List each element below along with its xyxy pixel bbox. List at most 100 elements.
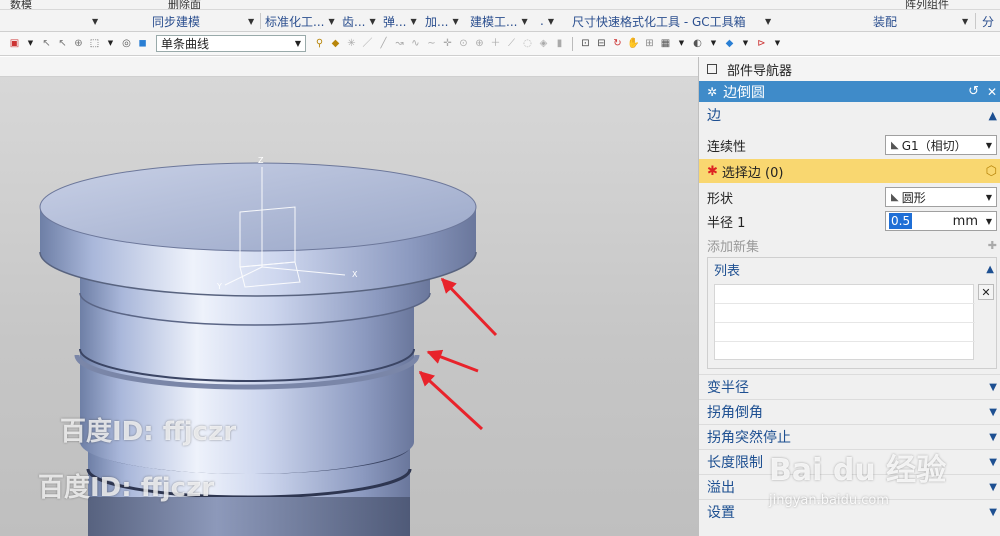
chevron-down-icon[interactable]: ▼ [24,37,37,50]
radius-unit: mm [952,213,978,229]
dialog-header: ✲ 边倒圆 ↺ ✕ [699,81,1000,102]
cube-icon[interactable]: ◼ [136,37,149,50]
group-label: 装配 [873,14,898,29]
bar-icon[interactable]: ◈ [537,37,550,50]
chevron-down-icon: ▼ [410,16,417,26]
group-spring[interactable]: 弹... ▼ [383,13,417,29]
snap-icon[interactable]: ⊕ [72,37,85,50]
wave-icon[interactable]: ∼ [425,37,438,50]
line-icon[interactable]: ／ [361,37,374,50]
delete-icon[interactable]: ✕ [978,284,994,300]
divider [572,36,573,51]
reset-icon[interactable]: ↺ [968,84,979,99]
model-canvas[interactable]: Z X Y [0,57,698,536]
section-edge-header[interactable]: 边 ▲ [699,104,1000,126]
quadrant-icon[interactable]: ⊕ [473,37,486,50]
nx-window: 数模 删除面 阵列组件 ▼ 同步建模 ▼ 标准化工... ▼ 齿... ▼ 弹...… [0,0,1000,536]
menu-icon[interactable]: ▣ [8,37,21,50]
chevron-down-icon[interactable]: ▼ [104,37,117,50]
close-icon[interactable]: ✕ [987,85,997,99]
group-label: 齿... [342,14,366,29]
group-standard-tools[interactable]: 标准化工... ▼ [265,13,335,29]
gear-icon[interactable]: ✲ [707,85,717,99]
add-new-set-label: 添加新集 [707,239,760,255]
chevron-down-icon: ▼ [985,192,992,202]
radius-row: 半径 1 0.5 mm ▼ [699,209,1000,233]
group-dropdown-2[interactable]: ▼ [765,13,771,29]
navigator-title: 部件导航器 [727,63,793,79]
ribbon-item-pattern-component[interactable]: 阵列组件 [905,0,949,9]
section-edge-label: 边 [707,108,721,124]
chevron-down-icon[interactable]: ▼ [707,37,720,50]
curve-rule-select[interactable]: 单条曲线 ▼ [156,35,306,52]
graphics-viewport[interactable]: Z X Y 百度ID: ffjczr 百度ID: ffjczr [0,57,698,536]
ribbon-item-model[interactable]: 数模 [10,0,32,9]
radius-value[interactable]: 0.5 [889,213,913,229]
lasso-icon[interactable]: ↖ [56,37,69,50]
curve-icon[interactable]: ↝ [393,37,406,50]
group-dropdown-3[interactable]: ▼ [962,13,968,29]
zoom-icon[interactable]: ⊟ [595,37,608,50]
filter-icon[interactable]: ⊞ [643,37,656,50]
curve-rule-value: 单条曲线 [161,37,210,51]
fit-view-icon[interactable]: ⊡ [579,37,592,50]
part-navigator-tab[interactable]: 部件导航器 [699,57,1000,81]
cube-select-icon[interactable]: ⬡ [986,164,997,179]
midpoint-icon[interactable]: ╱ [377,37,390,50]
section-variable-radius[interactable]: 变半径 ▼ [699,374,1000,399]
select-icon[interactable]: ↖ [40,37,53,50]
group-more[interactable]: 分 [982,13,994,29]
group-machining[interactable]: 加... ▼ [425,13,459,29]
view-icon[interactable]: ◎ [120,37,133,50]
layout-icon[interactable]: ▦ [659,37,672,50]
box-select-icon[interactable]: ⬚ [88,37,101,50]
pan-icon[interactable]: ✋ [627,37,640,50]
continuity-select[interactable]: ◣ G1（相切） ▼ [885,135,997,155]
magnet-icon[interactable]: ⚲ [313,37,326,50]
add-new-set-row[interactable]: 添加新集 ✚ [699,233,1000,257]
chevron-down-icon[interactable]: ▼ [739,37,752,50]
shape-select[interactable]: ◣ 圆形 ▼ [885,187,997,207]
list-header[interactable]: 列表 ▲ [708,258,998,280]
face-point-icon[interactable]: ◌ [521,37,534,50]
group-modeling-tools[interactable]: 建模工... ▼ [470,13,528,29]
center-icon[interactable]: ⊙ [457,37,470,50]
section-label: 设置 [707,505,735,521]
section-label: 拐角突然停止 [707,430,791,446]
group-label: 尺寸快速格式化工具 - GC工具箱 [572,14,746,29]
chevron-down-icon: ▼ [989,506,997,518]
group-dropdown-0[interactable]: ▼ [92,13,98,29]
group-dropdown-1[interactable]: ▼ [248,13,254,29]
render-icon[interactable]: ◐ [691,37,704,50]
navigator-checkbox[interactable] [707,64,717,74]
stop-icon[interactable]: ▮ [553,37,566,50]
chevron-down-icon[interactable]: ▼ [986,217,992,226]
group-dot[interactable]: . ▼ [540,13,554,29]
chevron-down-icon: ▼ [294,39,301,48]
edge-list[interactable] [714,284,975,360]
group-gc-toolbox[interactable]: 尺寸快速格式化工具 - GC工具箱 [572,13,746,29]
point-icon[interactable]: ＋ [489,37,502,50]
shape-row: 形状 ◣ 圆形 ▼ [699,185,1000,209]
radius-input[interactable]: 0.5 mm ▼ [885,211,997,231]
spline-icon[interactable]: ∿ [409,37,422,50]
shade-icon[interactable]: ◆ [723,37,736,50]
group-sync-modeling[interactable]: 同步建模 [152,13,200,29]
diamond-icon[interactable]: ◆ [329,37,342,50]
top-flange[interactable] [39,162,477,297]
tangent-icon[interactable]: ⟋ [505,37,518,50]
section-corner-setback[interactable]: 拐角倒角 ▼ [699,399,1000,424]
endpoint-icon[interactable]: ✳ [345,37,358,50]
select-edge-row[interactable]: ✱ 选择边 (0) ⬡ [699,159,1000,183]
group-assembly[interactable]: 装配 [873,13,897,29]
chevron-down-icon[interactable]: ▼ [675,37,688,50]
rotate-icon[interactable]: ↻ [611,37,624,50]
ribbon-item-delete-face[interactable]: 删除面 [168,0,201,9]
chevron-down-icon[interactable]: ▼ [771,37,784,50]
hide-icon[interactable]: ⊳ [755,37,768,50]
group-gear[interactable]: 齿... ▼ [342,13,376,29]
chevron-down-icon: ▼ [962,16,969,26]
add-set-icon[interactable]: ✚ [988,239,997,252]
axis-y-label: Y [216,282,222,291]
intersection-icon[interactable]: ✛ [441,37,454,50]
